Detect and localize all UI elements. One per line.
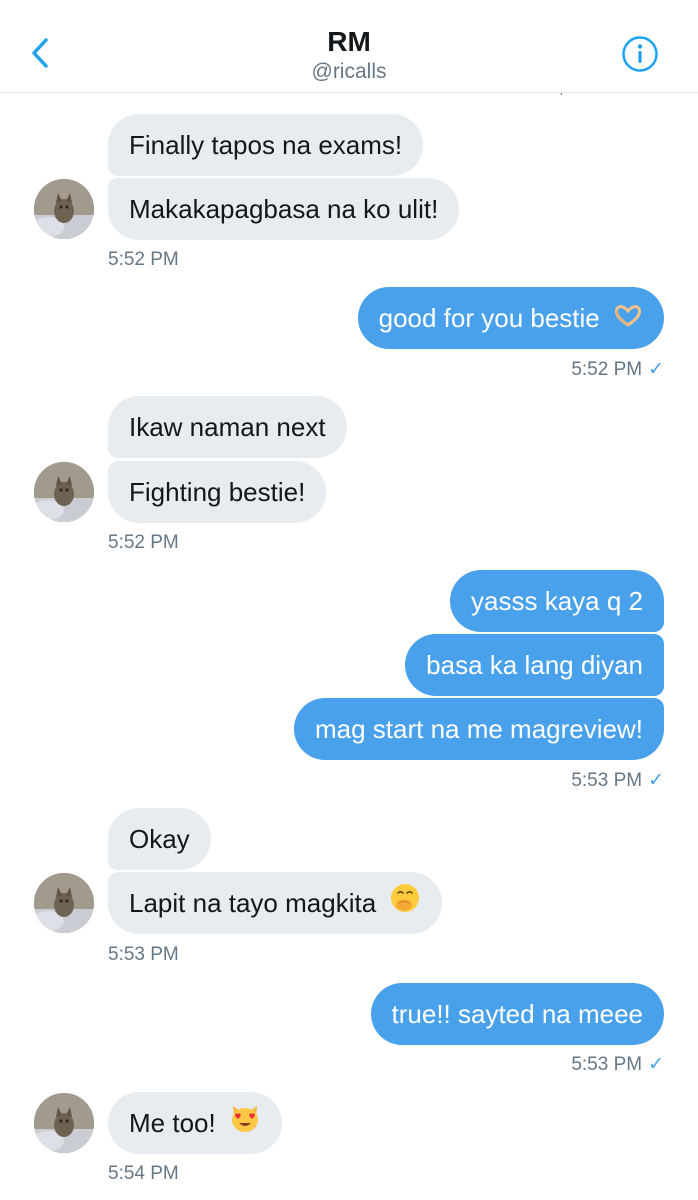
message-timestamp: 5:53 PM xyxy=(108,944,179,965)
conversation-header: RM @ricalls xyxy=(0,0,698,93)
avatar[interactable] xyxy=(34,1093,94,1153)
message-timestamp: 5:53 PM ✓ xyxy=(571,1054,664,1075)
read-checkmark-icon: ✓ xyxy=(648,359,664,380)
read-checkmark-icon: ✓ xyxy=(648,1054,664,1075)
incoming-message[interactable]: Lapit na tayo magkita xyxy=(108,872,443,936)
cat-avatar-image xyxy=(34,462,94,522)
cat-avatar-image xyxy=(34,1093,94,1153)
message-timestamp: 5:52 PM ✓ xyxy=(571,359,664,380)
incoming-message[interactable]: Makakapagbasa na ko ulit! xyxy=(108,178,460,240)
message-timestamp: 5:53 PM ✓ xyxy=(571,770,664,791)
incoming-message[interactable]: Okay xyxy=(108,808,211,870)
outgoing-message[interactable]: good for you bestie xyxy=(357,287,664,351)
info-icon xyxy=(622,36,658,72)
outgoing-message[interactable]: yasss kaya q 2 xyxy=(450,570,664,632)
incoming-message[interactable]: Fighting bestie! xyxy=(108,461,327,523)
heart-eyes-cat-emoji xyxy=(229,1094,261,1156)
incoming-message[interactable]: Ikaw naman next xyxy=(108,396,347,458)
message-timestamp: 5:54 PM xyxy=(108,1163,179,1184)
message-timestamp: 5:52 PM xyxy=(108,249,179,270)
message-text: good for you bestie xyxy=(378,303,600,333)
heart-hands-emoji xyxy=(613,289,643,351)
message-timestamp: 5:52 PM xyxy=(108,532,179,553)
outgoing-message[interactable]: mag start na me magreview! xyxy=(293,698,664,760)
conversation-title[interactable]: RM xyxy=(0,26,698,58)
outgoing-message[interactable]: basa ka lang diyan xyxy=(405,634,664,696)
incoming-message[interactable]: Finally tapos na exams! xyxy=(108,114,424,176)
avatar[interactable] xyxy=(34,179,94,239)
face-with-hand-over-mouth-emoji xyxy=(389,874,421,936)
read-checkmark-icon: ✓ xyxy=(648,770,664,791)
message-text: Lapit na tayo magkita xyxy=(129,888,377,918)
outgoing-message[interactable]: true!! sayted na meee xyxy=(370,983,664,1045)
avatar[interactable] xyxy=(34,462,94,522)
cat-avatar-image xyxy=(34,873,94,933)
message-text: Me too! xyxy=(129,1108,216,1138)
info-button[interactable] xyxy=(620,34,660,74)
cat-avatar-image xyxy=(34,179,94,239)
avatar[interactable] xyxy=(34,873,94,933)
incoming-message[interactable]: Me too! xyxy=(108,1092,282,1154)
conversation-handle[interactable]: @ricalls xyxy=(0,60,698,84)
